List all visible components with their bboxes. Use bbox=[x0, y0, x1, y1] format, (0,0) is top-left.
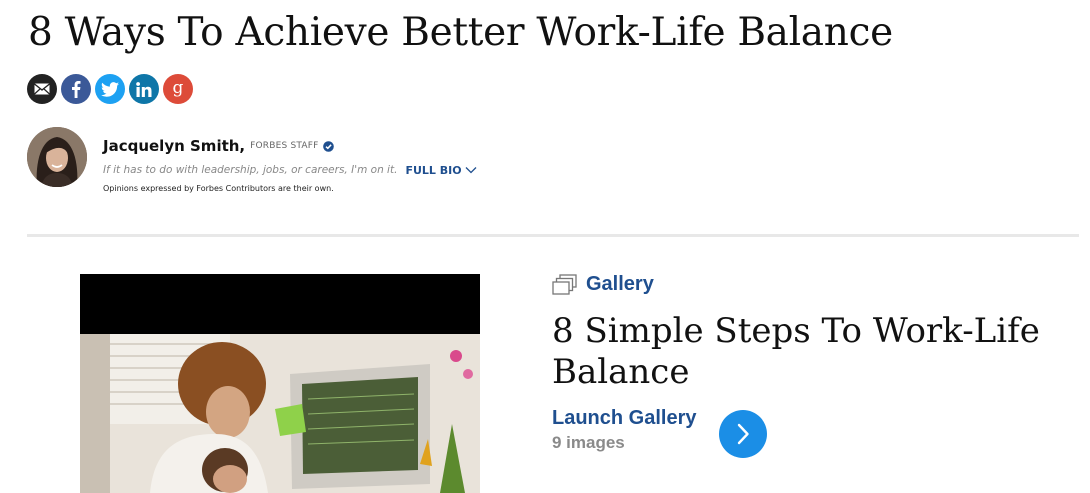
linkedin-share-button[interactable] bbox=[129, 74, 159, 104]
facebook-icon bbox=[72, 81, 81, 98]
article-headline: 8 Ways To Achieve Better Work-Life Balan… bbox=[28, 10, 893, 55]
author-photo bbox=[27, 127, 87, 187]
author-tagline: If it has to do with leadership, jobs, o… bbox=[103, 164, 398, 176]
gallery-photo bbox=[80, 274, 480, 493]
google-plus-share-button[interactable]: g bbox=[163, 74, 193, 104]
twitter-share-button[interactable] bbox=[95, 74, 125, 104]
gallery-label: Gallery bbox=[586, 273, 654, 295]
share-bar: g bbox=[27, 74, 193, 104]
linkedin-icon bbox=[136, 81, 152, 97]
gallery-preview-image[interactable] bbox=[80, 274, 480, 493]
gallery-stack-icon bbox=[552, 273, 577, 295]
gallery-title[interactable]: 8 Simple Steps To Work-Life Balance bbox=[552, 311, 1052, 393]
author-name[interactable]: Jacquelyn Smith, bbox=[103, 137, 245, 155]
chevron-down-icon bbox=[465, 167, 477, 174]
full-bio-link[interactable]: FULL BIO bbox=[405, 163, 477, 177]
launch-gallery-block: Launch Gallery 9 images bbox=[552, 407, 697, 453]
full-bio-label: FULL BIO bbox=[405, 163, 462, 177]
facebook-share-button[interactable] bbox=[61, 74, 91, 104]
verified-badge-icon bbox=[322, 140, 334, 152]
email-icon bbox=[34, 83, 50, 95]
gallery-label-row[interactable]: Gallery bbox=[552, 273, 654, 296]
launch-gallery-link[interactable]: Launch Gallery bbox=[552, 407, 697, 430]
launch-gallery-button[interactable] bbox=[719, 410, 767, 458]
twitter-icon bbox=[101, 81, 119, 97]
author-info: Jacquelyn Smith, FORBES STAFF If it has … bbox=[103, 135, 477, 193]
google-plus-icon: g bbox=[173, 80, 184, 98]
gallery-image-count: 9 images bbox=[552, 433, 625, 452]
author-avatar[interactable] bbox=[27, 127, 87, 187]
contributor-disclaimer: Opinions expressed by Forbes Contributor… bbox=[103, 184, 334, 193]
section-divider bbox=[27, 234, 1079, 237]
email-share-button[interactable] bbox=[27, 74, 57, 104]
svg-text:g: g bbox=[173, 80, 184, 98]
chevron-right-icon bbox=[737, 423, 749, 445]
staff-label: FORBES STAFF bbox=[250, 141, 319, 151]
